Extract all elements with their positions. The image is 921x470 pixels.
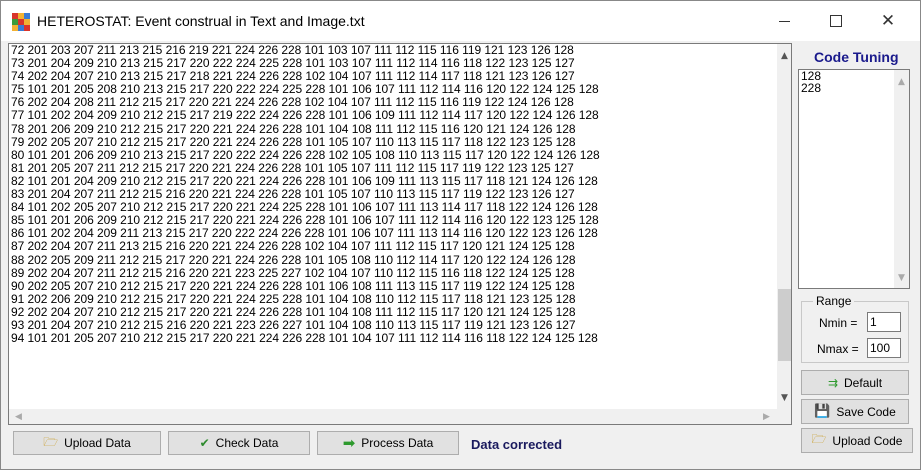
scroll-thumb[interactable] <box>778 289 791 361</box>
window-title: HETEROSTAT: Event construal in Text and … <box>37 13 365 29</box>
default-arrow-icon: ⇉ <box>827 375 839 390</box>
data-line: 91 202 206 209 210 212 215 217 220 221 2… <box>11 291 576 306</box>
maximize-icon <box>830 15 842 27</box>
check-data-button[interactable]: ✔ Check Data <box>168 431 310 455</box>
floppy-disk-icon: 💾 <box>814 404 831 419</box>
data-line: 92 202 204 207 210 212 215 217 220 221 2… <box>11 304 576 319</box>
close-icon: ✕ <box>880 11 896 31</box>
folder-open-icon: 🗁 <box>43 434 59 449</box>
folder-open-icon: 🗁 <box>811 432 827 446</box>
scroll-down-arrow-icon[interactable]: ▼ <box>777 390 791 405</box>
range-label: Range <box>813 294 855 308</box>
data-line: 89 202 204 207 211 212 215 216 220 221 2… <box>11 265 575 280</box>
process-data-label: Process Data <box>361 436 434 450</box>
data-text-area[interactable]: 72 201 203 207 211 213 215 216 219 221 2… <box>8 43 792 425</box>
minimize-icon <box>778 20 790 22</box>
upload-data-button[interactable]: 🗁 Upload Data <box>13 431 161 455</box>
default-label: Default <box>844 375 883 390</box>
scroll-up-arrow-icon[interactable]: ▲ <box>777 48 791 63</box>
process-data-button[interactable]: ➡ Process Data <box>317 431 459 455</box>
upload-data-label: Upload Data <box>64 436 131 450</box>
nmax-field[interactable]: 100 <box>867 338 901 358</box>
code-tuning-title: Code Tuning <box>814 49 899 65</box>
minimize-button[interactable] <box>761 1 807 41</box>
data-line: 80 101 201 206 209 210 213 215 217 220 2… <box>11 147 600 162</box>
data-line: 90 202 205 207 210 212 215 217 220 221 2… <box>11 278 575 293</box>
scroll-up-arrow-icon[interactable]: ▲ <box>894 74 909 89</box>
save-code-button[interactable]: 💾 Save Code <box>801 399 909 424</box>
right-arrow-icon: ➡ <box>342 434 356 452</box>
upload-code-label: Upload Code <box>832 433 903 448</box>
data-lines: 72 201 203 207 211 213 215 216 219 221 2… <box>11 44 600 345</box>
data-line: 88 202 205 209 211 212 215 217 220 221 2… <box>11 252 576 267</box>
check-data-label: Check Data <box>215 436 279 450</box>
data-line: 94 101 201 205 207 210 212 215 217 220 2… <box>11 331 598 346</box>
heterostat-app-icon[interactable] <box>12 13 30 31</box>
title-bar[interactable]: HETEROSTAT: Event construal in Text and … <box>1 1 920 41</box>
nmin-label: Nmin = <box>819 316 858 330</box>
nmax-label: Nmax = <box>817 342 859 356</box>
data-line: 81 201 205 207 211 212 215 217 220 221 2… <box>11 160 574 175</box>
horizontal-scrollbar[interactable]: ◀ ▶ <box>9 409 777 424</box>
default-button[interactable]: ⇉ Default <box>801 370 909 395</box>
vertical-scrollbar[interactable]: ▲ ▼ <box>777 44 791 409</box>
data-line: 78 201 206 209 210 212 215 217 220 221 2… <box>11 121 576 136</box>
save-code-label: Save Code <box>836 404 896 419</box>
code-list-scrollbar[interactable]: ▲ ▼ <box>894 70 909 288</box>
app-window: HETEROSTAT: Event construal in Text and … <box>0 0 921 470</box>
scroll-right-arrow-icon[interactable]: ▶ <box>759 409 774 424</box>
maximize-button[interactable] <box>813 1 859 41</box>
data-line: 87 202 204 207 211 213 215 216 220 221 2… <box>11 239 575 254</box>
data-line: 77 101 202 204 209 210 212 215 217 219 2… <box>11 108 599 123</box>
code-list-item[interactable]: 228 <box>799 82 909 94</box>
data-line: 79 202 205 207 210 212 215 217 220 221 2… <box>11 134 576 149</box>
scroll-down-arrow-icon[interactable]: ▼ <box>894 270 909 285</box>
scrollbar-corner <box>777 409 791 424</box>
code-list[interactable]: 128 228 ▲ ▼ <box>798 69 910 289</box>
status-message: Data corrected <box>471 437 563 452</box>
nmin-field[interactable]: 1 <box>867 312 901 332</box>
scroll-left-arrow-icon[interactable]: ◀ <box>11 409 26 424</box>
close-button[interactable]: ✕ <box>865 1 911 41</box>
upload-code-button[interactable]: 🗁 Upload Code <box>801 428 913 453</box>
checkmark-icon: ✔ <box>199 436 210 450</box>
